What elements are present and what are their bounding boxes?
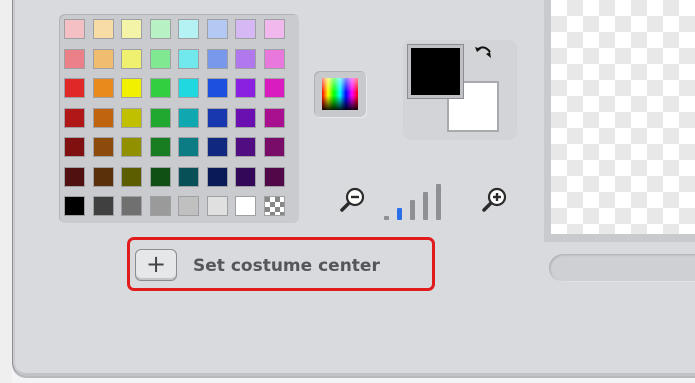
palette-swatch[interactable] xyxy=(92,48,114,69)
palette-swatch[interactable] xyxy=(121,137,142,157)
palette-swatch[interactable] xyxy=(64,48,85,69)
zoom-level-bar[interactable] xyxy=(423,192,428,220)
palette-swatch[interactable] xyxy=(149,48,171,69)
palette-swatch[interactable] xyxy=(64,78,85,98)
palette-swatch[interactable] xyxy=(263,107,285,128)
zoom-level-bar[interactable] xyxy=(436,184,441,220)
palette-swatch[interactable] xyxy=(263,78,285,98)
crosshair-plus-icon: + xyxy=(145,250,167,278)
palette-swatch[interactable] xyxy=(235,19,256,39)
palette-swatch[interactable] xyxy=(263,196,285,216)
palette-swatch[interactable] xyxy=(235,137,256,157)
drawing-canvas[interactable] xyxy=(551,0,695,234)
palette-swatch[interactable] xyxy=(92,137,114,157)
palette-swatch[interactable] xyxy=(64,107,85,128)
palette-swatch[interactable] xyxy=(121,166,142,187)
palette-swatch[interactable] xyxy=(121,107,142,128)
palette-swatch[interactable] xyxy=(64,137,85,157)
palette-swatch[interactable] xyxy=(64,19,85,39)
palette-swatch[interactable] xyxy=(178,137,199,157)
palette-swatch[interactable] xyxy=(64,166,85,187)
palette-swatch[interactable] xyxy=(235,196,256,216)
palette-swatch[interactable] xyxy=(178,196,199,216)
palette-swatch[interactable] xyxy=(178,166,199,187)
palette-swatch[interactable] xyxy=(92,19,114,39)
palette-swatch[interactable] xyxy=(121,19,142,39)
palette-swatch[interactable] xyxy=(235,78,256,98)
palette-swatch[interactable] xyxy=(64,196,85,216)
palette-swatch[interactable] xyxy=(149,166,171,187)
palette-swatch[interactable] xyxy=(178,107,199,128)
palette-swatch[interactable] xyxy=(206,78,228,98)
palette-swatch[interactable] xyxy=(149,196,171,216)
set-costume-center-label[interactable]: Set costume center xyxy=(193,254,380,278)
color-palette xyxy=(59,14,299,223)
palette-swatch[interactable] xyxy=(92,78,114,98)
color-picker-shade xyxy=(322,78,358,110)
palette-swatch[interactable] xyxy=(92,166,114,187)
set-costume-center-button[interactable]: + xyxy=(135,249,177,281)
palette-swatch[interactable] xyxy=(92,196,114,216)
palette-swatch[interactable] xyxy=(206,107,228,128)
palette-swatch[interactable] xyxy=(92,107,114,128)
zoom-in-icon[interactable] xyxy=(480,186,508,214)
palette-swatch[interactable] xyxy=(263,48,285,69)
palette-swatch[interactable] xyxy=(206,137,228,157)
palette-swatch[interactable] xyxy=(149,137,171,157)
palette-swatch[interactable] xyxy=(149,78,171,98)
zoom-level-bar[interactable] xyxy=(384,216,389,220)
palette-swatch[interactable] xyxy=(178,78,199,98)
palette-swatch[interactable] xyxy=(235,166,256,187)
palette-swatch[interactable] xyxy=(235,107,256,128)
color-picker-button[interactable] xyxy=(314,71,366,117)
palette-swatch[interactable] xyxy=(149,107,171,128)
palette-swatch[interactable] xyxy=(121,78,142,98)
zoom-level-bar[interactable] xyxy=(397,208,402,220)
palette-swatch[interactable] xyxy=(178,48,199,69)
swap-colors-icon[interactable] xyxy=(472,42,496,66)
left-edge xyxy=(0,0,12,383)
palette-swatch[interactable] xyxy=(206,166,228,187)
palette-swatch[interactable] xyxy=(206,48,228,69)
zoom-out-icon[interactable] xyxy=(338,186,366,214)
palette-swatch[interactable] xyxy=(263,137,285,157)
palette-swatch[interactable] xyxy=(149,19,171,39)
palette-swatch[interactable] xyxy=(178,19,199,39)
palette-swatch[interactable] xyxy=(263,166,285,187)
zoom-level-bar[interactable] xyxy=(410,200,415,220)
palette-swatch[interactable] xyxy=(121,48,142,69)
foreground-color-swatch[interactable] xyxy=(408,45,463,98)
palette-swatch[interactable] xyxy=(206,196,228,216)
palette-swatch[interactable] xyxy=(235,48,256,69)
palette-swatch[interactable] xyxy=(121,196,142,216)
palette-swatch[interactable] xyxy=(206,19,228,39)
palette-swatch[interactable] xyxy=(263,19,285,39)
horizontal-scrollbar[interactable] xyxy=(549,254,695,282)
